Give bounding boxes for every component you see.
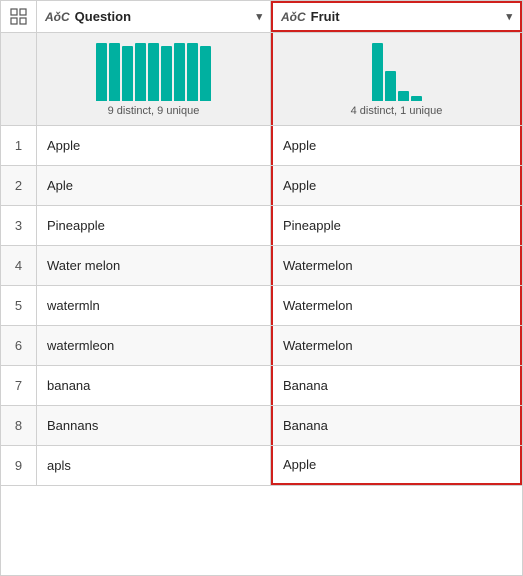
- row-number: 5: [1, 286, 37, 325]
- bar: [96, 43, 107, 101]
- fruit-type-icon: AǒC: [281, 10, 306, 24]
- fruit-stats: 4 distinct, 1 unique: [351, 105, 443, 117]
- histogram-fruit: 4 distinct, 1 unique: [271, 33, 522, 125]
- table-row: 7 banana Banana: [1, 366, 522, 406]
- histogram-row: 9 distinct, 9 unique 4 distinct, 1 uniqu…: [1, 33, 522, 126]
- question-cell: Water melon: [37, 246, 271, 285]
- fruit-cell: Banana: [271, 366, 522, 405]
- question-cell: watermleon: [37, 326, 271, 365]
- question-bars: [96, 41, 211, 101]
- bar: [187, 43, 198, 101]
- table-row: 6 watermleon Watermelon: [1, 326, 522, 366]
- table-row: 9 apls Apple: [1, 446, 522, 486]
- column-header-question[interactable]: AǒC Question ▾: [37, 1, 271, 32]
- table-row: 1 Apple Apple: [1, 126, 522, 166]
- question-cell: Bannans: [37, 406, 271, 445]
- bar: [109, 43, 120, 101]
- bar: [135, 43, 146, 101]
- question-cell: Aple: [37, 166, 271, 205]
- fruit-cell: Apple: [271, 126, 522, 165]
- row-number: 7: [1, 366, 37, 405]
- table-row: 4 Water melon Watermelon: [1, 246, 522, 286]
- fruit-cell: Pineapple: [271, 206, 522, 245]
- row-number: 2: [1, 166, 37, 205]
- bar: [148, 43, 159, 101]
- table-row: 5 watermln Watermelon: [1, 286, 522, 326]
- question-cell: apls: [37, 446, 271, 485]
- question-cell: banana: [37, 366, 271, 405]
- row-number: 3: [1, 206, 37, 245]
- bar: [385, 71, 396, 101]
- fruit-cell: Apple: [271, 166, 522, 205]
- rows-container: 1 Apple Apple 2 Aple Apple 3 Pineapple P…: [1, 126, 522, 486]
- bar: [161, 46, 172, 101]
- fruit-cell: Banana: [271, 406, 522, 445]
- row-number: 1: [1, 126, 37, 165]
- question-cell: watermln: [37, 286, 271, 325]
- table-row: 3 Pineapple Pineapple: [1, 206, 522, 246]
- fruit-bars: [372, 41, 422, 101]
- fruit-cell: Watermelon: [271, 246, 522, 285]
- row-number: 8: [1, 406, 37, 445]
- row-number: 6: [1, 326, 37, 365]
- fruit-cell: Apple: [271, 446, 522, 485]
- bar: [174, 43, 185, 101]
- histogram-question: 9 distinct, 9 unique: [37, 33, 271, 125]
- table-row: 8 Bannans Banana: [1, 406, 522, 446]
- histogram-num-cell: [1, 33, 37, 125]
- question-type-icon: AǒC: [45, 10, 70, 24]
- header-row: AǒC Question ▾ AǒC Fruit ▾: [1, 1, 522, 33]
- bar: [398, 91, 409, 101]
- fruit-dropdown-arrow[interactable]: ▾: [506, 10, 512, 23]
- question-stats: 9 distinct, 9 unique: [108, 105, 200, 117]
- table-row: 2 Aple Apple: [1, 166, 522, 206]
- column-header-fruit[interactable]: AǒC Fruit ▾: [271, 1, 522, 32]
- data-table: AǒC Question ▾ AǒC Fruit ▾ 9 disti: [0, 0, 523, 576]
- bar: [200, 46, 211, 101]
- question-column-label: Question: [75, 9, 131, 24]
- row-num-header: [1, 1, 37, 32]
- question-dropdown-arrow[interactable]: ▾: [256, 10, 262, 23]
- question-cell: Apple: [37, 126, 271, 165]
- bar: [411, 96, 422, 101]
- fruit-cell: Watermelon: [271, 286, 522, 325]
- bar: [372, 43, 383, 101]
- fruit-cell: Watermelon: [271, 326, 522, 365]
- grid-icon: [10, 8, 28, 26]
- fruit-column-label: Fruit: [311, 9, 340, 24]
- question-cell: Pineapple: [37, 206, 271, 245]
- row-number: 9: [1, 446, 37, 485]
- row-number: 4: [1, 246, 37, 285]
- bar: [122, 46, 133, 101]
